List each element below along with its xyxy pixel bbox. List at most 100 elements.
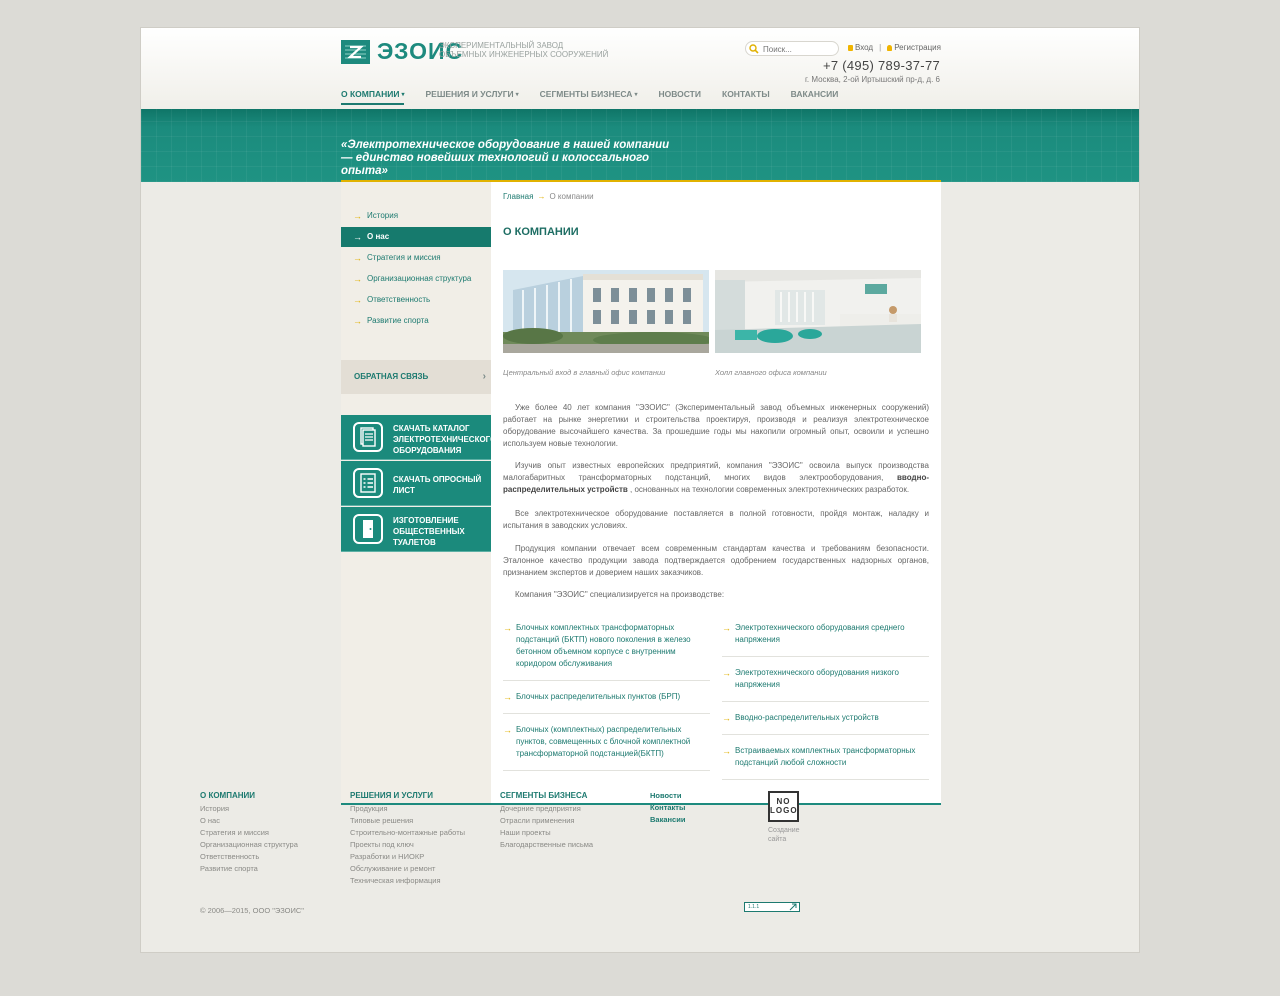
sidebar-item-structure[interactable]: → Организационная структура (341, 269, 491, 289)
paragraph: Уже более 40 лет компания "ЭЗОИС" (Экспе… (503, 403, 929, 448)
arrow-right-icon: → (353, 316, 362, 326)
photo-caption: Холл главного офиса компании (715, 368, 827, 377)
hero-banner: «Электротехническое оборудование в нашей… (141, 109, 1139, 182)
counter-badge[interactable]: 1.1.1 (744, 902, 800, 912)
chevron-right-icon: › (482, 371, 486, 382)
paragraph: Продукция компании отвечает всем совреме… (503, 544, 929, 577)
logo-mark-icon[interactable] (341, 40, 370, 64)
footer-link[interactable]: Типовые решения (350, 815, 465, 827)
arrow-right-icon: → (503, 692, 512, 702)
public-toilets-label: Изготовление общественных туалетов (393, 516, 465, 547)
photo-caption: Центральный вход в главный офис компании (503, 368, 666, 377)
nav-item-contacts[interactable]: Контакты (722, 89, 770, 105)
developer-logo[interactable]: NO LOGO (768, 791, 799, 822)
logo-description: Экспериментальный завод объемных инженер… (439, 41, 609, 59)
register-link[interactable]: Регистрация (894, 43, 941, 52)
sidebar-item-history[interactable]: → История (341, 206, 491, 226)
office-entrance-photo[interactable] (503, 270, 709, 353)
page-title: О компании (503, 226, 579, 238)
download-questionnaire-button[interactable]: Скачать опросный лист (341, 461, 491, 506)
footer-link[interactable]: История (200, 803, 298, 815)
download-catalog-button[interactable]: Скачать каталог электротехнического обор… (341, 415, 497, 460)
chevron-down-icon: ▾ (634, 92, 638, 98)
nav-item-about[interactable]: О компании ▾ (341, 89, 405, 105)
feedback-button[interactable]: Обратная связь › (341, 360, 491, 394)
nav-item-vacancies[interactable]: Вакансии (791, 89, 839, 105)
footer-link[interactable]: Ответственность (200, 851, 298, 863)
footer-link[interactable]: Благодарственные письма (500, 839, 593, 851)
list-item[interactable]: → Блочных распределительных пунктов (БРП) (503, 691, 710, 714)
login-link[interactable]: Вход (855, 43, 873, 52)
paragraph: Все электротехническое оборудование пост… (503, 509, 929, 530)
arrow-right-icon: → (722, 668, 731, 678)
footer-column-solutions: Решения и услуги Продукция Типовые решен… (350, 790, 465, 887)
arrow-right-icon: → (353, 274, 362, 284)
sidebar-item-responsibility[interactable]: → Ответственность (341, 290, 491, 310)
footer-link[interactable]: Проекты под ключ (350, 839, 465, 851)
search-box[interactable] (745, 41, 839, 56)
paragraph: Изучив опыт известных европейских предпр… (503, 461, 929, 494)
auth-links: Вход | Регистрация (848, 43, 941, 52)
footer-heading[interactable]: Решения и услуги (350, 790, 465, 802)
list-item[interactable]: → Вводно-распределительных устройств (722, 712, 929, 735)
list-item[interactable]: → Блочных комплектных трансформаторных по… (503, 622, 710, 681)
sidebar-item-about-us[interactable]: → О нас (341, 227, 491, 247)
phone-number: +7 (495) 789-37-77 (822, 58, 940, 73)
sidebar-item-strategy[interactable]: → Стратегия и миссия (341, 248, 491, 268)
nav-item-news[interactable]: Новости (658, 89, 701, 105)
arrow-right-icon: → (353, 211, 362, 221)
catalog-icon (353, 422, 383, 452)
sidebar: → История → О нас → Стратегия и миссия → Орг… (341, 182, 497, 803)
footer-link[interactable]: Организационная структура (200, 839, 298, 851)
footer-link[interactable]: Дочерние предприятия (500, 803, 593, 815)
arrow-right-icon: → (503, 725, 512, 735)
footer-link-news[interactable]: Новости (650, 790, 685, 802)
site-header: ЭЗОИС Экспериментальный завод объемных и… (141, 28, 1139, 109)
door-icon (353, 514, 383, 544)
office-hall-photo[interactable] (715, 270, 921, 353)
list-item[interactable]: → Блочных (комплектных) распределительных… (503, 724, 710, 771)
footer-link[interactable]: Разработки и НИОКР (350, 851, 465, 863)
download-catalog-label: Скачать каталог электротехнического обор… (393, 424, 497, 455)
copyright: © 2006—2015, ООО "ЭЗОИС" (200, 906, 304, 915)
footer-link[interactable]: Техническая информация (350, 875, 465, 887)
footer-link[interactable]: О нас (200, 815, 298, 827)
nav-item-segments[interactable]: Сегменты бизнеса ▾ (540, 89, 638, 105)
breadcrumb: Главная → О компании (503, 192, 594, 201)
banner-quote: «Электротехническое оборудование в нашей… (341, 139, 670, 177)
footer-heading[interactable]: О компании (200, 790, 298, 802)
search-icon[interactable] (749, 44, 759, 54)
footer-link[interactable]: Развитие спорта (200, 863, 298, 875)
list-item[interactable]: → Электротехнического оборудования средне… (722, 622, 929, 657)
breadcrumb-home-link[interactable]: Главная (503, 192, 533, 201)
list-item[interactable]: → Встраиваемых комплектных трансформаторн… (722, 745, 929, 780)
nav-item-solutions[interactable]: Решения и услуги ▾ (425, 89, 518, 105)
public-toilets-button[interactable]: Изготовление общественных туалетов (341, 507, 491, 552)
footer-link-vacancies[interactable]: Вакансии (650, 814, 685, 826)
footer-heading[interactable]: Сегменты бизнеса (500, 790, 593, 802)
lock-icon (848, 45, 853, 51)
address: г. Москва, 2-ой Иртышский пр-д, д. 6 (804, 75, 940, 84)
arrow-right-icon: → (722, 746, 731, 756)
footer-link-contacts[interactable]: Контакты (650, 802, 685, 814)
footer-link[interactable]: Строительно-монтажные работы (350, 827, 465, 839)
footer-link[interactable]: Наши проекты (500, 827, 593, 839)
create-site-link[interactable]: Создание сайта (768, 826, 808, 844)
footer-link[interactable]: Продукция (350, 803, 465, 815)
arrow-right-icon: → (722, 623, 731, 633)
arrow-right-icon: → (503, 623, 512, 633)
list-item[interactable]: → Электротехнического оборудования низког… (722, 667, 929, 702)
footer-link[interactable]: Стратегия и миссия (200, 827, 298, 839)
breadcrumb-current: О компании (549, 192, 594, 201)
footer-column-company: О компании История О нас Стратегия и мис… (200, 790, 298, 875)
site-footer: О компании История О нас Стратегия и мис… (200, 790, 800, 910)
arrow-right-icon: → (722, 713, 731, 723)
footer-link[interactable]: Отрасли применения (500, 815, 593, 827)
chevron-down-icon: ▾ (401, 92, 405, 98)
sidebar-item-sport[interactable]: → Развитие спорта (341, 311, 491, 331)
paragraph: Компания "ЭЗОИС" специализируется на про… (515, 590, 725, 599)
footer-link[interactable]: Обслуживание и ремонт (350, 863, 465, 875)
arrow-right-icon: → (353, 295, 362, 305)
auth-separator: | (879, 43, 882, 52)
search-input[interactable] (763, 43, 835, 55)
